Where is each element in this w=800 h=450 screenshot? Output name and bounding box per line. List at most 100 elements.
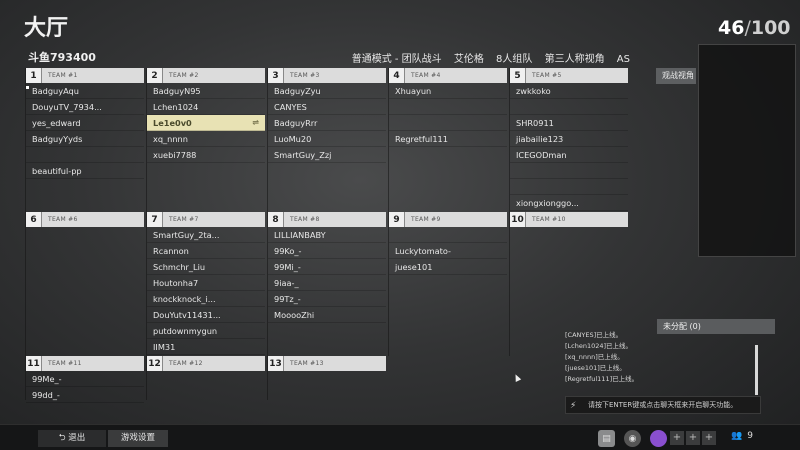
team-header[interactable]: 2 TEAM #2 <box>147 68 265 83</box>
player-slot[interactable]: xq_nnnn <box>147 131 265 147</box>
player-slot[interactable]: ICEGODman <box>510 147 628 163</box>
player-slot[interactable]: Luckytomato- <box>389 243 507 259</box>
player-slot[interactable]: Schmchr_Liu <box>147 259 265 275</box>
unassigned-bar[interactable]: 未分配 (0) <box>657 319 775 334</box>
chat-input[interactable]: ⚡ 请按下ENTER键或点击聊天框来开启聊天功能。 <box>565 396 761 414</box>
player-slot[interactable]: 9iaa-_ <box>268 275 386 291</box>
player-slot[interactable] <box>389 227 507 243</box>
player-slot[interactable]: Regretful111 <box>389 131 507 147</box>
team-block: 8 TEAM #8 LILLIANBABY 99Ko_- 99Mi_- 9iaa-_ 99T… <box>267 212 386 356</box>
team-header[interactable]: 4 TEAM #4 <box>389 68 507 83</box>
player-count: 46/100 <box>718 17 791 39</box>
player-slot[interactable]: CANYES <box>268 99 386 115</box>
game-settings-button[interactable]: 游戏设置 <box>108 430 168 447</box>
player-name: Lchen1024 <box>153 102 199 112</box>
team-label: TEAM #2 <box>169 72 199 79</box>
chat-line: [Lchen1024]已上线。 <box>565 342 633 350</box>
player-slot[interactable]: Rcannon <box>147 243 265 259</box>
player-slot[interactable]: BadguyZyu <box>268 83 386 99</box>
team-header[interactable]: 8 TEAM #8 <box>268 212 386 227</box>
player-name: 99Ko_- <box>274 246 302 256</box>
team-slots: Luckytomato-juese101 <box>389 227 507 275</box>
player-slot[interactable] <box>26 147 144 163</box>
player-slot[interactable]: Houtonha7 <box>147 275 265 291</box>
scrollbar[interactable] <box>755 345 758 395</box>
team-header[interactable]: 6 TEAM #6 <box>26 212 144 227</box>
team-header[interactable]: 11 TEAM #11 <box>26 356 144 371</box>
player-slot[interactable]: SHR0911 <box>510 115 628 131</box>
player-slot[interactable]: beautiful-pp <box>26 163 144 179</box>
team-label: TEAM #10 <box>532 216 566 223</box>
player-slot[interactable]: BadguyYyds <box>26 131 144 147</box>
player-slot[interactable]: LILLIANBABY <box>268 227 386 243</box>
player-slot[interactable]: 99Me_- <box>26 371 144 387</box>
player-slot[interactable]: jiabailie123 <box>510 131 628 147</box>
player-slot[interactable]: DouyuTV_7934... <box>26 99 144 115</box>
player-slot[interactable]: MooooZhi <box>268 307 386 323</box>
party-member-count[interactable]: 👥 9 <box>731 431 753 441</box>
team-label: TEAM #11 <box>48 360 82 367</box>
team-header[interactable]: 7 TEAM #7 <box>147 212 265 227</box>
player-slot[interactable]: BadguyN95 <box>147 83 265 99</box>
player-slot[interactable] <box>510 99 628 115</box>
player-name: SmartGuy_2ta... <box>153 230 220 240</box>
player-name: LuoMu20 <box>274 134 312 144</box>
player-slot[interactable]: zwkkoko <box>510 83 628 99</box>
player-slot[interactable]: Lchen1024 <box>147 99 265 115</box>
team-label: TEAM #1 <box>48 72 78 79</box>
player-slot[interactable]: xiongxionggo... <box>510 195 628 211</box>
team-header[interactable]: 5 TEAM #5 <box>510 68 628 83</box>
chat-bubble-icon[interactable]: ▤ <box>598 430 615 447</box>
team-number: 10 <box>510 212 526 227</box>
player-slot[interactable]: 99dd_- <box>26 387 144 403</box>
invite-slot-plus-icon[interactable]: + <box>702 431 716 445</box>
player-slot[interactable]: SmartGuy_2ta... <box>147 227 265 243</box>
invite-slot-plus-icon[interactable]: + <box>686 431 700 445</box>
team-header[interactable]: 13 TEAM #13 <box>268 356 386 371</box>
player-slot[interactable]: juese101 <box>389 259 507 275</box>
player-slot[interactable]: knockknock_i... <box>147 291 265 307</box>
mode-type: 普通模式 - 团队战斗 <box>351 54 442 65</box>
globe-icon[interactable]: ◉ <box>624 430 641 447</box>
team-header[interactable]: 10 TEAM #10 <box>510 212 628 227</box>
player-slot[interactable]: xuebi7788 <box>147 147 265 163</box>
player-name: 99Tz_- <box>274 294 301 304</box>
exit-button[interactable]: ⮌ 退出 <box>38 430 106 447</box>
player-slot[interactable]: BadguyAqu <box>26 83 144 99</box>
player-slot[interactable]: BadguyRrr <box>268 115 386 131</box>
player-slot[interactable]: 99Ko_- <box>268 243 386 259</box>
chat-line: [xq_nnnn]已上线。 <box>565 353 624 361</box>
player-slot[interactable]: putdownmygun <box>147 323 265 339</box>
player-slot[interactable] <box>389 99 507 115</box>
player-slot[interactable]: yes_edward <box>26 115 144 131</box>
team-header[interactable]: 12 TEAM #12 <box>147 356 265 371</box>
invite-slot-plus-icon[interactable]: + <box>670 431 684 445</box>
player-name: Regretful111 <box>395 134 448 144</box>
player-slot[interactable]: 99Mi_- <box>268 259 386 275</box>
player-slot[interactable]: Xhuayun <box>389 83 507 99</box>
player-slot[interactable]: Le1e0v0 ⇌ <box>147 115 265 131</box>
player-name: Luckytomato- <box>395 246 451 256</box>
player-name: 99dd_- <box>32 390 60 400</box>
team-number: 1 <box>26 68 42 83</box>
team-header[interactable]: 3 TEAM #3 <box>268 68 386 83</box>
player-name: Houtonha7 <box>153 278 199 288</box>
player-slot[interactable] <box>510 163 628 179</box>
player-slot[interactable] <box>389 115 507 131</box>
player-slot[interactable]: LuoMu20 <box>268 131 386 147</box>
swap-icon[interactable]: ⇌ <box>252 115 259 130</box>
player-count-current: 46 <box>718 17 745 39</box>
player-slot[interactable]: SmartGuy_Zzj <box>268 147 386 163</box>
player-slot[interactable]: DouYutv11431... <box>147 307 265 323</box>
player-name: juese101 <box>395 262 433 272</box>
team-header[interactable]: 1 TEAM #1 <box>26 68 144 83</box>
player-slot[interactable]: 99Tz_- <box>268 291 386 307</box>
avatar[interactable] <box>650 430 667 447</box>
player-slot[interactable] <box>510 179 628 195</box>
mode-perspective: 第三人称视角 <box>544 54 605 65</box>
spectate-button[interactable]: 观战视角 <box>656 68 696 84</box>
stream-overlay-panel <box>698 44 796 257</box>
host-marker-icon <box>26 86 29 89</box>
team-header[interactable]: 9 TEAM #9 <box>389 212 507 227</box>
player-slot[interactable]: IIM31 <box>147 339 265 355</box>
